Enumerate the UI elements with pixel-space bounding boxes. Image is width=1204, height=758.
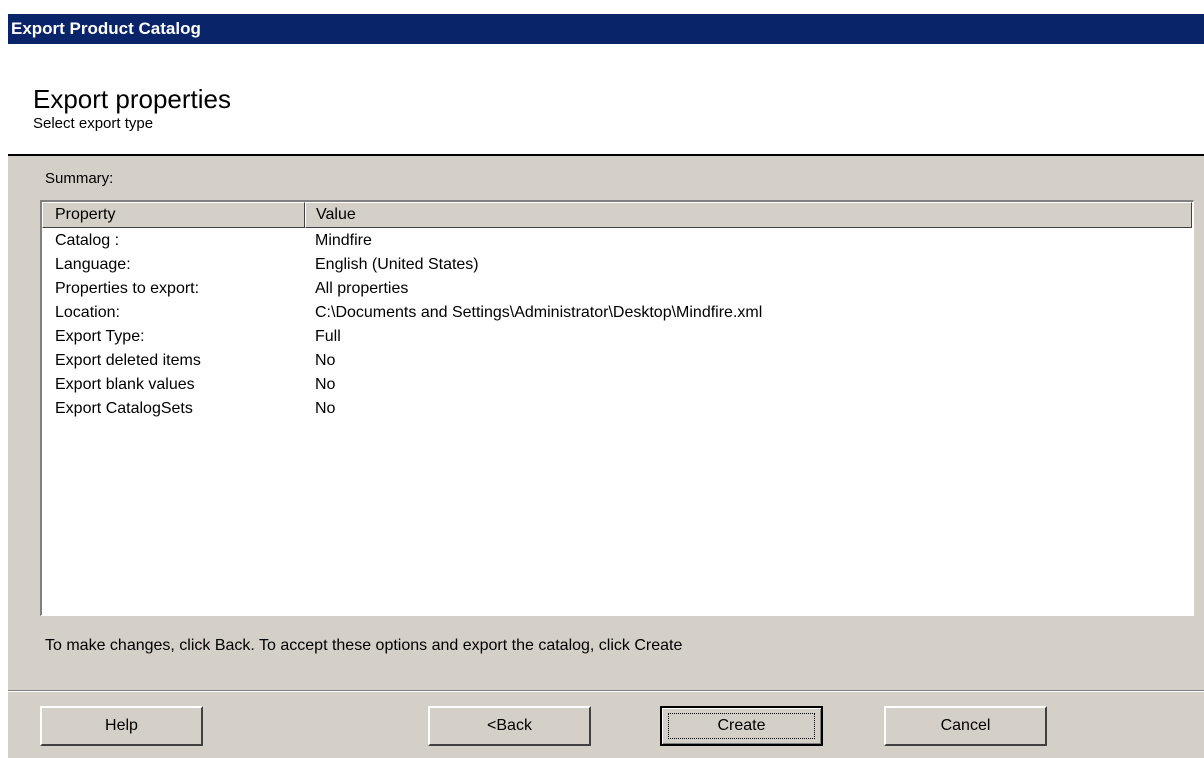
page-title: Export properties [33, 84, 231, 114]
back-button[interactable]: <Back [428, 706, 591, 746]
column-header-property[interactable]: Property [42, 202, 305, 228]
list-item[interactable]: Export CatalogSets No [42, 398, 1192, 422]
property-cell: Location: [55, 304, 120, 321]
list-item[interactable]: Properties to export: All properties [42, 278, 1192, 302]
value-cell: No [315, 400, 336, 417]
list-item[interactable]: Export blank values No [42, 374, 1192, 398]
create-button-label: Create [717, 717, 766, 734]
list-item[interactable]: Location: C:\Documents and Settings\Admi… [42, 302, 1192, 326]
value-cell: No [315, 376, 336, 393]
property-cell: Export blank values [55, 376, 195, 393]
instructions-text: To make changes, click Back. To accept t… [45, 637, 683, 654]
property-cell: Catalog : [55, 232, 120, 249]
property-cell: Export deleted items [55, 352, 201, 369]
wizard-header: Export properties Select export type [8, 44, 1204, 156]
dialog-title: Export Product Catalog [11, 19, 201, 38]
list-item[interactable]: Catalog : Mindfire [42, 230, 1192, 254]
list-item[interactable]: Language: English (United States) [42, 254, 1192, 278]
property-cell: Language: [55, 256, 131, 273]
property-cell: Export CatalogSets [55, 400, 193, 417]
summary-list[interactable]: Property Value Catalog : Mindfire Langua… [40, 200, 1194, 616]
value-cell: English (United States) [315, 256, 479, 273]
value-cell: All properties [315, 280, 409, 297]
button-separator [8, 690, 1204, 692]
dialog-title-bar[interactable]: Export Product Catalog [8, 14, 1204, 44]
create-button[interactable]: Create [660, 706, 823, 746]
cancel-button[interactable]: Cancel [884, 706, 1047, 746]
list-item[interactable]: Export Type: Full [42, 326, 1192, 350]
value-cell: Full [315, 328, 341, 345]
list-item[interactable]: Export deleted items No [42, 350, 1192, 374]
list-header: Property Value [42, 202, 1192, 228]
back-button-label: <Back [487, 717, 532, 734]
value-cell: C:\Documents and Settings\Administrator\… [315, 304, 763, 321]
cancel-button-label: Cancel [940, 717, 991, 734]
list-rows: Catalog : Mindfire Language: English (Un… [42, 230, 1192, 422]
value-cell: Mindfire [315, 232, 372, 249]
property-cell: Export Type: [55, 328, 145, 345]
page-subtitle: Select export type [33, 115, 154, 132]
help-button[interactable]: Help [40, 706, 203, 746]
summary-label: Summary: [45, 170, 114, 187]
value-cell: No [315, 352, 336, 369]
export-dialog: Export Product Catalog Export properties… [8, 14, 1204, 758]
column-header-value[interactable]: Value [305, 202, 1192, 228]
property-cell: Properties to export: [55, 280, 200, 297]
help-button-label: Help [105, 717, 138, 734]
